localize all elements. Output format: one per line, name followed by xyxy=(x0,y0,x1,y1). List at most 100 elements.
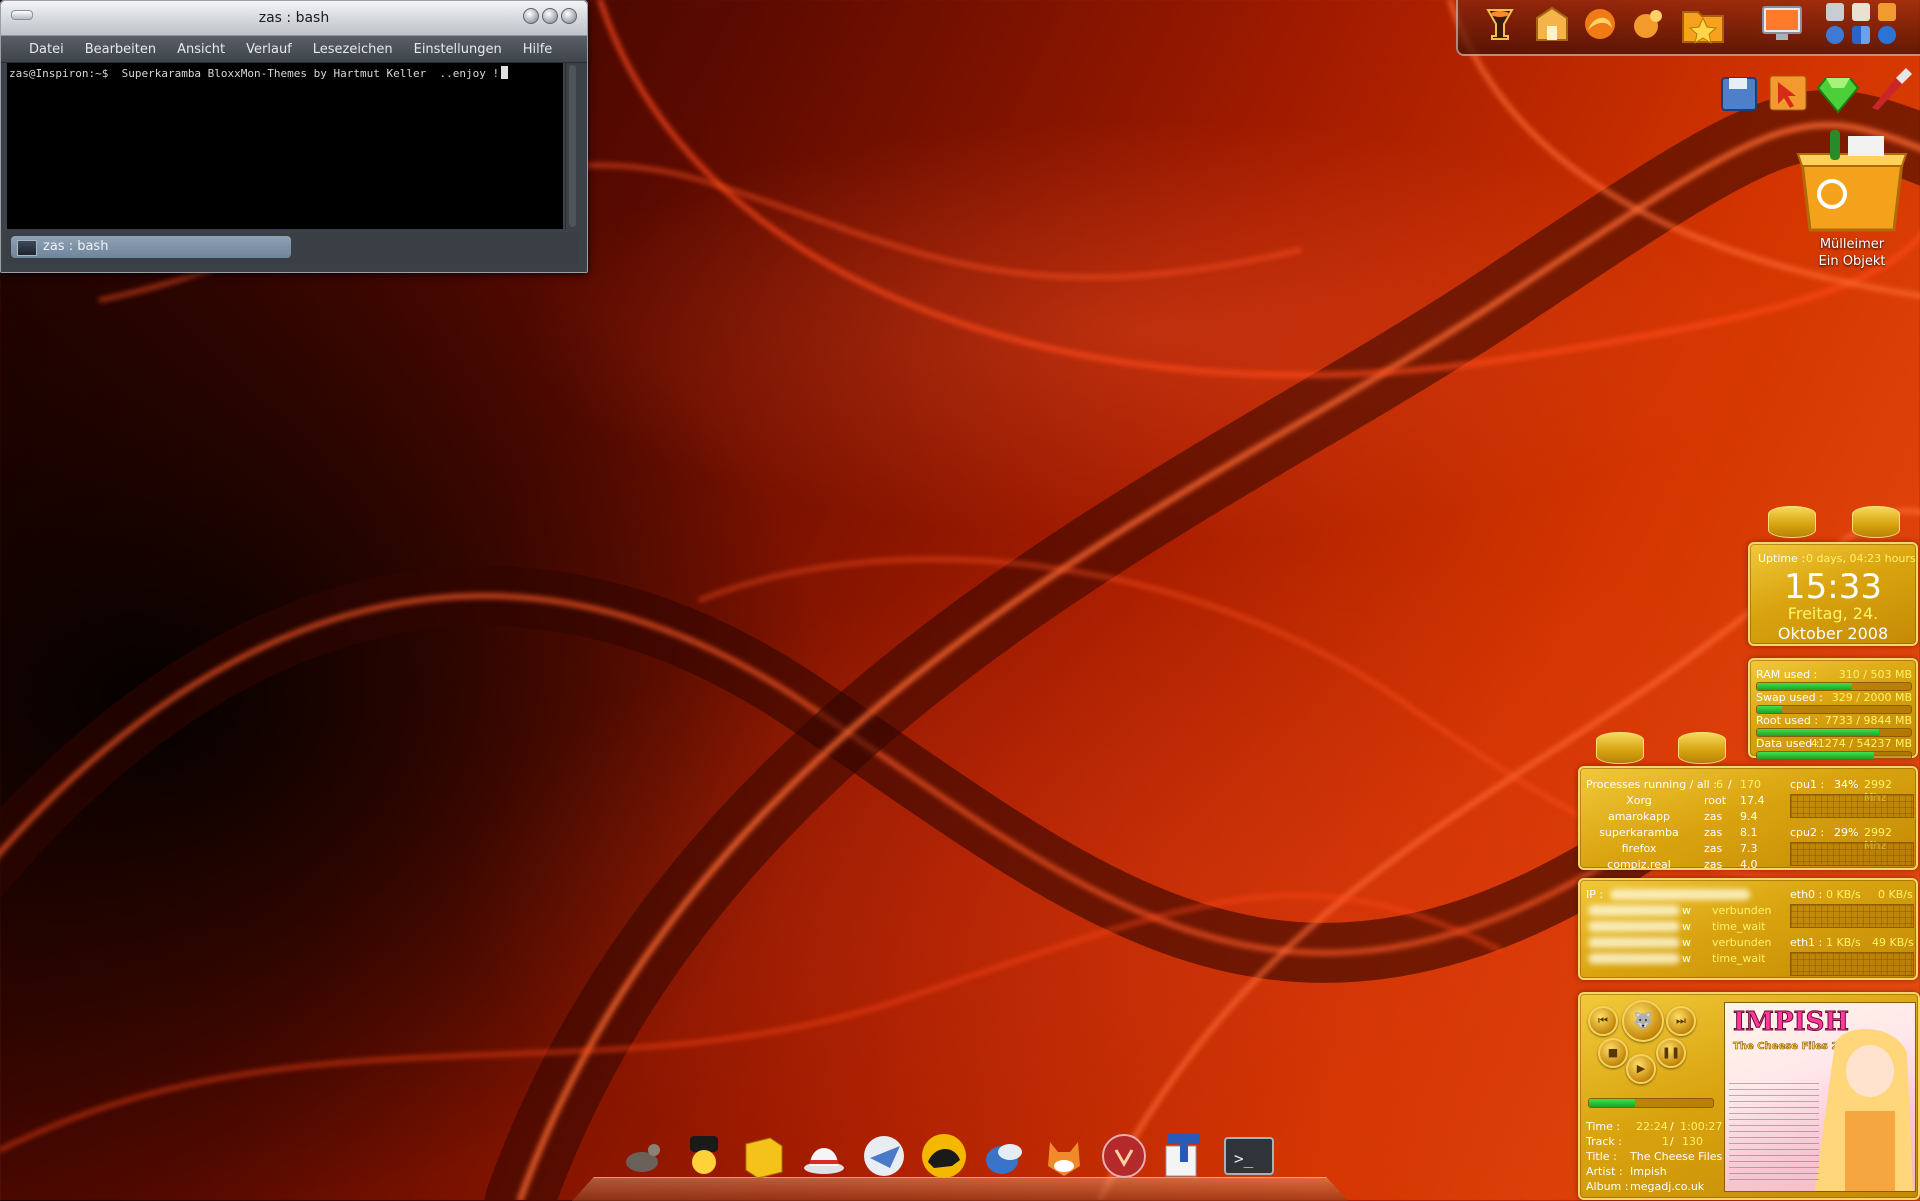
dock-mail-icon[interactable] xyxy=(860,1132,908,1180)
menu-datei[interactable]: Datei xyxy=(15,42,71,57)
dock-fox-icon[interactable] xyxy=(1040,1132,1088,1180)
home-folder-icon[interactable] xyxy=(1532,4,1572,44)
terminal-icon xyxy=(17,240,37,256)
clipboard-icon[interactable] xyxy=(1852,3,1870,21)
album-cover: IMPISH The Cheese Files 23 xyxy=(1724,1002,1916,1192)
cursor-icon[interactable] xyxy=(1764,68,1812,116)
amarok-logo-button[interactable]: 🐺 xyxy=(1622,1000,1664,1042)
menu-hilfe[interactable]: Hilfe xyxy=(509,42,560,57)
cpu1-graph xyxy=(1790,794,1914,818)
maximize-button[interactable] xyxy=(542,8,558,24)
menu-lesezeichen[interactable]: Lesezeichen xyxy=(299,42,400,57)
dock-cube-icon[interactable] xyxy=(740,1132,788,1180)
menu-bearbeiten[interactable]: Bearbeiten xyxy=(71,42,163,57)
process-user: zas xyxy=(1704,810,1723,823)
memory-usage-fill xyxy=(1757,729,1879,736)
eth0-graph xyxy=(1790,904,1914,928)
monitor-icon[interactable] xyxy=(1760,4,1804,44)
time-value: 22:24 xyxy=(1636,1120,1668,1133)
time-total: 1:00:27 xyxy=(1680,1120,1723,1133)
previous-track-button[interactable]: ⏮ xyxy=(1588,1006,1618,1036)
dock-tux-icon[interactable] xyxy=(980,1132,1028,1180)
album-value: megadj.co.uk xyxy=(1630,1180,1705,1193)
eth1-rx: 1 KB/s xyxy=(1826,936,1861,949)
artist-label: Artist : xyxy=(1586,1165,1623,1178)
dock-gimp-icon[interactable] xyxy=(620,1132,668,1180)
memory-row-value: 310 / 503 MB xyxy=(1838,668,1912,681)
terminal-output: Superkaramba BloxxMon-Themes by Hartmut … xyxy=(108,67,500,80)
brush-icon[interactable] xyxy=(1866,64,1916,112)
gem-icon[interactable] xyxy=(1814,68,1862,116)
window-title: zas : bash xyxy=(258,10,330,26)
connection-suffix: w xyxy=(1682,936,1691,949)
connection-state: time_wait xyxy=(1712,920,1766,933)
bluetooth-icon[interactable] xyxy=(1878,26,1896,44)
volume-icon[interactable] xyxy=(1826,3,1844,21)
memory-row-label: Root used : xyxy=(1756,714,1819,727)
process-user: root xyxy=(1704,794,1727,807)
kde-menu-icon[interactable] xyxy=(1480,4,1520,44)
gimp-icon[interactable] xyxy=(1628,4,1668,44)
track-progress-fill xyxy=(1589,1099,1635,1107)
process-name: superkaramba xyxy=(1599,826,1679,839)
redacted-host xyxy=(1588,921,1680,932)
process-widget: Processes running / all : 6 / 170 cpu1 :… xyxy=(1578,766,1918,871)
process-separator: / xyxy=(1728,778,1732,791)
close-button[interactable] xyxy=(561,8,577,24)
scrollbar-thumb[interactable] xyxy=(569,65,576,227)
dock-terminal-icon[interactable]: >_ xyxy=(1222,1132,1276,1180)
next-track-button[interactable]: ⏭ xyxy=(1666,1006,1696,1036)
session-tab[interactable]: zas : bash xyxy=(11,236,291,258)
memory-usage-fill xyxy=(1757,683,1853,690)
memory-row-label: Swap used : xyxy=(1756,691,1823,704)
play-button[interactable]: ▶ xyxy=(1626,1054,1656,1084)
eth1-label: eth1 : xyxy=(1790,936,1823,949)
dock-hat-icon[interactable] xyxy=(800,1132,848,1180)
bookmark-folder-icon[interactable] xyxy=(1680,2,1726,48)
cover-art-girl xyxy=(1815,1029,1913,1191)
title-label: Title : xyxy=(1586,1150,1617,1163)
track-label: Track : xyxy=(1586,1135,1622,1148)
dock-avatar-icon[interactable] xyxy=(680,1132,728,1180)
process-running-count: 6 xyxy=(1716,778,1723,791)
redacted-host xyxy=(1588,953,1680,964)
redacted-ip xyxy=(1610,889,1750,900)
memory-widget: RAM used : 310 / 503 MB Swap used : 329 / 2… xyxy=(1748,658,1918,760)
connection-state: time_wait xyxy=(1712,952,1766,965)
eth0-rx: 0 KB/s xyxy=(1826,888,1861,901)
memory-usage-bar xyxy=(1756,705,1912,714)
eth1-tx: 49 KB/s xyxy=(1872,936,1914,949)
track-progress-bar[interactable] xyxy=(1588,1098,1714,1108)
kwallet-icon[interactable] xyxy=(1878,3,1896,21)
trash-icon[interactable] xyxy=(1790,122,1914,242)
process-cpu: 7.3 xyxy=(1740,842,1758,855)
network-icon[interactable] xyxy=(1826,26,1844,44)
window-titlebar[interactable]: zas : bash xyxy=(1,1,587,36)
dock-editor-icon[interactable] xyxy=(1160,1132,1208,1180)
terminal-scrollbar[interactable] xyxy=(565,63,580,229)
dock-wine-icon[interactable] xyxy=(1100,1132,1148,1180)
menu-ansicht[interactable]: Ansicht xyxy=(163,42,232,57)
cover-tracklist xyxy=(1729,1083,1819,1183)
save-icon[interactable] xyxy=(1716,68,1764,116)
signal-icon[interactable] xyxy=(1852,26,1870,44)
firefox-icon[interactable] xyxy=(1580,4,1620,44)
clock-month-year: Oktober 2008 xyxy=(1777,624,1889,643)
connection-state: verbunden xyxy=(1712,904,1772,917)
ip-label: IP : xyxy=(1586,888,1604,901)
pause-button[interactable]: ❚❚ xyxy=(1656,1038,1686,1068)
memory-usage-bar xyxy=(1756,751,1912,760)
svg-text:>_: >_ xyxy=(1234,1149,1254,1168)
dock-badger-icon[interactable] xyxy=(920,1132,968,1180)
menu-einstellungen[interactable]: Einstellungen xyxy=(400,42,509,57)
dock-shelf xyxy=(572,1177,1348,1201)
stop-button[interactable]: ■ xyxy=(1598,1038,1628,1068)
process-name: firefox xyxy=(1621,842,1657,855)
menu-verlauf[interactable]: Verlauf xyxy=(232,42,299,57)
minimize-button[interactable] xyxy=(523,8,539,24)
process-cpu: 8.1 xyxy=(1740,826,1758,839)
bloxx-stud xyxy=(1596,732,1644,764)
terminal-area[interactable]: zas@Inspiron:~$ Superkaramba BloxxMon-Th… xyxy=(7,63,563,229)
bloxx-stud xyxy=(1768,506,1816,538)
konsole-window[interactable]: zas : bash Datei Bearbeiten Ansicht Verl… xyxy=(0,0,588,273)
